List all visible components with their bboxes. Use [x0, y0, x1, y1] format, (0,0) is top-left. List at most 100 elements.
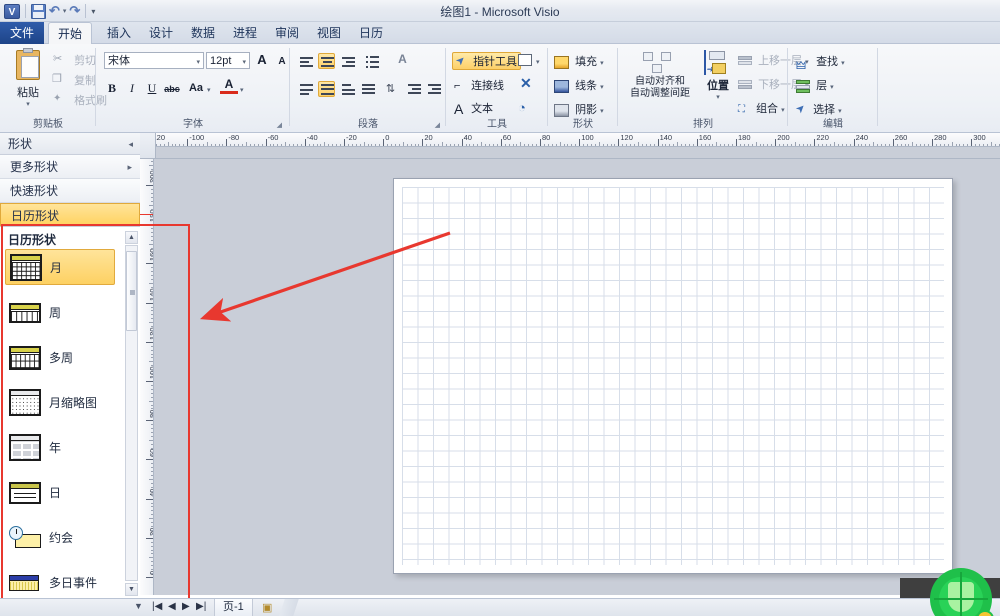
- tab-home[interactable]: 开始: [48, 22, 92, 44]
- align-bottom-button[interactable]: [340, 82, 357, 98]
- font-size-combo[interactable]: 12pt ▾: [206, 52, 250, 69]
- paste-button[interactable]: 粘贴 ▾: [6, 50, 50, 108]
- vruler-tick-major: [146, 303, 154, 304]
- vertical-ruler[interactable]: 020406080100120140160180200220: [140, 159, 154, 595]
- stencil-item-multiweek[interactable]: 多周: [5, 340, 115, 376]
- font-color-swatch: [220, 91, 238, 94]
- ruler-tick-major: [775, 139, 776, 147]
- align-top-button[interactable]: [298, 82, 315, 98]
- italic-button[interactable]: I: [124, 80, 140, 97]
- stencil-scroll-down-button[interactable]: ▼: [125, 583, 138, 596]
- paragraph-dialog-launcher[interactable]: ◢: [435, 121, 440, 129]
- align-left-button[interactable]: [298, 54, 315, 70]
- cut-button[interactable]: 剪切: [52, 52, 96, 68]
- tab-process[interactable]: 进程: [224, 22, 266, 44]
- clear-formatting-button[interactable]: A: [394, 52, 411, 68]
- stencil-item-month[interactable]: 月: [5, 249, 115, 285]
- decrease-indent-button[interactable]: [406, 82, 423, 98]
- copy-button[interactable]: 复制: [52, 72, 96, 88]
- connector-tool-button[interactable]: ⌐ 连接线: [454, 77, 504, 93]
- stencil-item-multiday-event[interactable]: 多日事件: [5, 565, 115, 601]
- pointer-tool-button[interactable]: 指针工具: [452, 52, 521, 70]
- ruler-label: 260: [895, 133, 908, 142]
- stencil-item-day[interactable]: 日: [5, 475, 115, 511]
- select-dropdown-icon[interactable]: ▾: [838, 108, 842, 115]
- tab-design[interactable]: 设计: [140, 22, 182, 44]
- align-middle-button[interactable]: [318, 81, 335, 97]
- collapse-panel-icon[interactable]: ◂: [128, 133, 133, 155]
- ruler-label: 160: [699, 133, 712, 142]
- justify-button[interactable]: [360, 82, 377, 98]
- paste-dropdown-icon[interactable]: ▾: [6, 100, 50, 108]
- change-case-button[interactable]: Aa: [186, 80, 206, 97]
- font-family-combo[interactable]: 宋体 ▾: [104, 52, 204, 69]
- underline-button[interactable]: U: [144, 80, 160, 97]
- tab-view[interactable]: 视图: [308, 22, 350, 44]
- rectangle-tool-icon[interactable]: [518, 54, 532, 66]
- new-page-icon[interactable]: ▣: [262, 601, 272, 614]
- auto-align-space-button[interactable]: 自动对齐和 自动调整间距: [624, 50, 696, 100]
- strikethrough-button[interactable]: abc: [164, 81, 180, 98]
- shapes-row-quick-shapes[interactable]: 快速形状: [0, 179, 140, 203]
- fill-button[interactable]: 填充 ▾: [554, 53, 604, 69]
- text-direction-button[interactable]: ⇅: [382, 82, 399, 98]
- line-button[interactable]: 线条 ▾: [554, 77, 604, 93]
- format-painter-tool-icon[interactable]: ◔: [518, 100, 526, 115]
- shapes-row-calendar-shapes[interactable]: 日历形状: [0, 203, 140, 227]
- chevron-down-icon[interactable]: ▾: [196, 55, 200, 70]
- stencil-item-appointment[interactable]: 约会: [5, 520, 115, 556]
- font-dialog-launcher[interactable]: ◢: [277, 121, 282, 129]
- fill-dropdown-icon[interactable]: ▾: [600, 60, 604, 67]
- font-color-button[interactable]: A: [220, 78, 238, 94]
- find-dropdown-icon[interactable]: ▾: [841, 60, 845, 67]
- stencil-item-year[interactable]: 年: [5, 430, 115, 466]
- prev-page-button[interactable]: ◀: [168, 601, 176, 612]
- shapes-row-more-shapes[interactable]: 更多形状 ▸: [0, 155, 140, 179]
- grow-font-button[interactable]: A: [254, 51, 270, 68]
- drawing-page[interactable]: [393, 178, 953, 574]
- align-center-button[interactable]: [318, 53, 335, 69]
- rectangle-dropdown-icon[interactable]: ▾: [536, 58, 540, 66]
- ruler-label: 100: [581, 133, 594, 142]
- group-dropdown-icon[interactable]: ▾: [781, 107, 785, 114]
- stencil-scroll-up-button[interactable]: ▲: [125, 231, 138, 244]
- position-button[interactable]: ➜ 位置 ▾: [700, 50, 736, 101]
- stencil-item-month-thumbnail[interactable]: 月缩略图: [5, 385, 115, 421]
- next-page-button[interactable]: ▶: [182, 601, 190, 612]
- close-icon[interactable]: ✕: [520, 75, 532, 92]
- chevron-down-icon-2[interactable]: ▾: [242, 55, 246, 70]
- find-button[interactable]: 查找 ▾: [796, 53, 845, 69]
- auto-align-line1: 自动对齐和: [624, 76, 696, 88]
- tab-data[interactable]: 数据: [182, 22, 224, 44]
- shrink-font-button[interactable]: A: [274, 53, 290, 70]
- drawing-canvas[interactable]: [164, 159, 1000, 595]
- ruler-corner[interactable]: [140, 133, 156, 159]
- line-dropdown-icon[interactable]: ▾: [600, 84, 604, 91]
- increase-indent-button[interactable]: [426, 82, 443, 98]
- tab-calendar[interactable]: 日历: [350, 22, 392, 44]
- shadow-dropdown-icon[interactable]: ▾: [600, 108, 604, 115]
- tab-review[interactable]: 审阅: [266, 22, 308, 44]
- horizontal-ruler[interactable]: -120-100-80-60-40-2002040608010012014016…: [156, 133, 1000, 147]
- position-dropdown-icon[interactable]: ▾: [700, 93, 736, 101]
- align-right-button[interactable]: [340, 54, 357, 70]
- tab-insert[interactable]: 插入: [98, 22, 140, 44]
- month-thumbnail-icon: [9, 389, 41, 417]
- bullet-list-button[interactable]: [364, 54, 381, 70]
- stencil-item-week[interactable]: 周: [5, 295, 115, 331]
- bold-button[interactable]: B: [104, 80, 120, 97]
- stencil-item-label-multiweek: 多周: [49, 340, 73, 376]
- layer-button[interactable]: 层 ▾: [796, 77, 834, 93]
- first-page-button[interactable]: |◀: [152, 601, 162, 612]
- last-page-button[interactable]: ▶|: [196, 601, 206, 612]
- page-tab[interactable]: 页-1: [214, 599, 253, 616]
- change-case-dropdown-icon[interactable]: ▾: [207, 86, 211, 94]
- ruler-tick-major: [305, 139, 306, 147]
- status-collapse-icon[interactable]: ▼: [134, 601, 143, 611]
- layer-dropdown-icon[interactable]: ▾: [830, 84, 834, 91]
- chevron-right-icon[interactable]: ▸: [127, 155, 132, 179]
- stencil-scrollbar-thumb[interactable]: [126, 251, 137, 331]
- font-color-dropdown-icon[interactable]: ▾: [240, 86, 244, 94]
- group-button[interactable]: ⛶ 组合 ▾: [738, 100, 785, 116]
- tab-file[interactable]: 文件: [0, 22, 44, 44]
